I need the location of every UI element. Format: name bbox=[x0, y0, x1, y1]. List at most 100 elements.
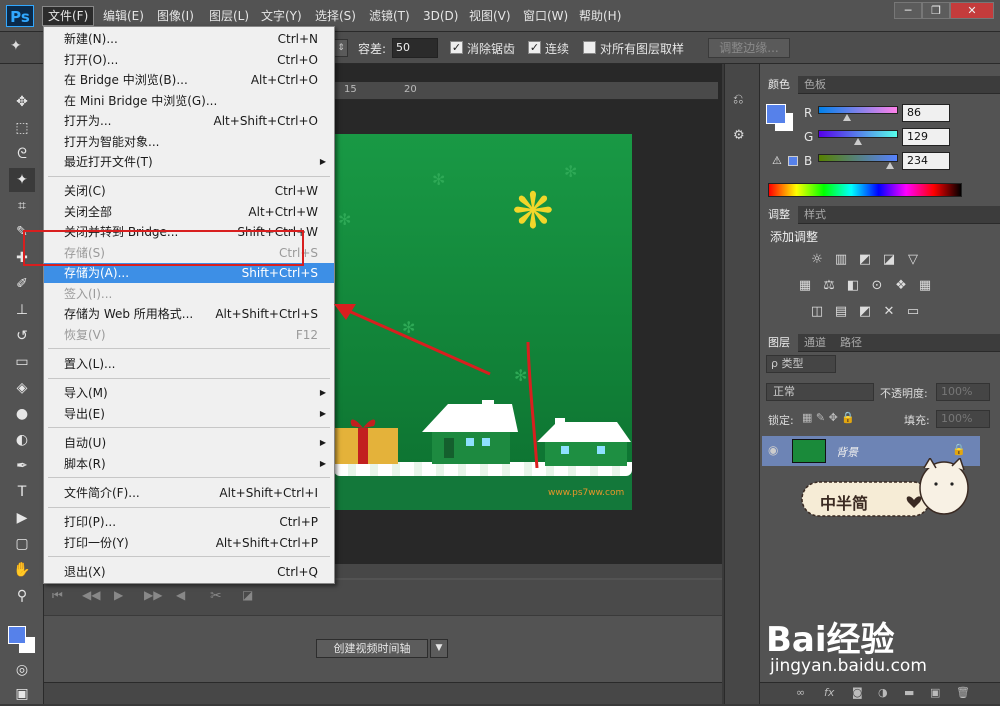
menu-3d[interactable]: 3D(D) bbox=[418, 6, 463, 26]
menu-view[interactable]: 视图(V) bbox=[464, 6, 516, 26]
color-spectrum[interactable] bbox=[768, 183, 962, 197]
menu-item[interactable]: 文件简介(F)... Alt+Shift+Ctrl+I bbox=[44, 483, 334, 503]
shape-tool-icon[interactable]: ▢ bbox=[9, 532, 35, 556]
menu-layer[interactable]: 图层(L) bbox=[204, 6, 254, 26]
menu-item[interactable]: 退出(X) Ctrl+Q bbox=[44, 562, 334, 582]
g-slider[interactable] bbox=[818, 130, 898, 138]
invert-icon[interactable]: ◫ bbox=[808, 304, 826, 320]
b-slider[interactable] bbox=[818, 154, 898, 162]
zoom-tool-icon[interactable]: ⚲ bbox=[9, 584, 35, 608]
levels-icon[interactable]: ▥ bbox=[832, 252, 850, 268]
trash-icon[interactable]: 🗑 bbox=[956, 686, 970, 699]
paint-bucket-icon[interactable]: ◈ bbox=[9, 376, 35, 400]
black-white-icon[interactable]: ◧ bbox=[844, 278, 862, 294]
minimize-button[interactable]: ─ bbox=[894, 2, 922, 19]
selective-color-icon[interactable]: ✕ bbox=[880, 304, 898, 320]
move-tool-icon[interactable]: ✥ bbox=[9, 90, 35, 114]
menu-edit[interactable]: 编辑(E) bbox=[98, 6, 149, 26]
menu-item[interactable]: 脚本(R) ▶ bbox=[44, 454, 334, 474]
exposure-icon[interactable]: ◪ bbox=[880, 252, 898, 268]
screen-mode-icon[interactable]: ▣ bbox=[9, 682, 35, 706]
menu-filter[interactable]: 滤镜(T) bbox=[364, 6, 415, 26]
color-fg-swatch[interactable] bbox=[766, 104, 786, 124]
tab-color[interactable]: 颜色 bbox=[760, 76, 798, 94]
menu-type[interactable]: 文字(Y) bbox=[256, 6, 307, 26]
properties-panel-icon[interactable]: ⚙ bbox=[733, 128, 745, 143]
fx-icon[interactable]: fx bbox=[824, 686, 834, 699]
foreground-color-swatch[interactable] bbox=[8, 626, 26, 644]
menu-item[interactable]: 导出(E) ▶ bbox=[44, 404, 334, 424]
r-slider[interactable] bbox=[818, 106, 898, 114]
transition-icon[interactable]: ◪ bbox=[242, 588, 253, 602]
color-lookup-icon[interactable]: ▦ bbox=[916, 278, 934, 294]
hand-tool-icon[interactable]: ✋ bbox=[9, 558, 35, 582]
fill-input[interactable]: 100% bbox=[936, 410, 990, 428]
menu-item[interactable]: 恢复(V) F12 bbox=[44, 325, 334, 345]
type-tool-icon[interactable]: T bbox=[9, 480, 35, 504]
menu-window[interactable]: 窗口(W) bbox=[518, 6, 573, 26]
antialias-checkbox[interactable]: ✓ bbox=[450, 41, 463, 54]
folder-icon[interactable]: ▬ bbox=[904, 686, 914, 699]
link-icon[interactable]: ∞ bbox=[796, 686, 805, 699]
path-selection-icon[interactable]: ▶ bbox=[9, 506, 35, 530]
audio-icon[interactable]: ◀ bbox=[176, 588, 185, 602]
menu-file[interactable]: 文件(F) bbox=[42, 6, 95, 26]
gradient-map-icon[interactable]: ▭ bbox=[904, 304, 922, 320]
color-balance-icon[interactable]: ⚖ bbox=[820, 278, 838, 294]
menu-item[interactable]: 打印(P)... Ctrl+P bbox=[44, 512, 334, 532]
mask-icon[interactable]: ◙ bbox=[852, 686, 863, 699]
menu-item[interactable]: 打开为... Alt+Shift+Ctrl+O bbox=[44, 111, 334, 131]
create-video-timeline-button[interactable]: 创建视频时间轴 bbox=[316, 639, 428, 658]
refine-edge-button[interactable]: 调整边缘... bbox=[708, 38, 790, 58]
tab-styles[interactable]: 样式 bbox=[796, 206, 834, 224]
contiguous-checkbox[interactable]: ✓ bbox=[528, 41, 541, 54]
tolerance-input[interactable]: 50 bbox=[392, 38, 438, 58]
new-layer-icon[interactable]: ▣ bbox=[930, 686, 940, 699]
menu-item[interactable]: 在 Bridge 中浏览(B)... Alt+Ctrl+O bbox=[44, 70, 334, 90]
next-frame-icon[interactable]: ▶▶ bbox=[144, 588, 162, 602]
curves-icon[interactable]: ◩ bbox=[856, 252, 874, 268]
menu-help[interactable]: 帮助(H) bbox=[574, 6, 626, 26]
r-slider-thumb[interactable] bbox=[843, 114, 851, 121]
menu-item[interactable]: 自动(U) ▶ bbox=[44, 433, 334, 453]
quick-mask-icon[interactable]: ◎ bbox=[9, 658, 35, 682]
tab-adjustments[interactable]: 调整 bbox=[760, 206, 798, 224]
brush-tool-icon[interactable]: ✐ bbox=[9, 272, 35, 296]
menu-item[interactable]: 打印一份(Y) Alt+Shift+Ctrl+P bbox=[44, 533, 334, 553]
lasso-tool-icon[interactable]: ᘓ bbox=[9, 142, 35, 166]
menu-image[interactable]: 图像(I) bbox=[152, 6, 199, 26]
menu-select[interactable]: 选择(S) bbox=[310, 6, 361, 26]
menu-item[interactable]: 置入(L)... bbox=[44, 354, 334, 374]
clone-stamp-icon[interactable]: ⊥ bbox=[9, 298, 35, 322]
magic-wand-tool-icon[interactable]: ✦ bbox=[10, 38, 22, 54]
menu-item[interactable]: 最近打开文件(T) ▶ bbox=[44, 152, 334, 172]
layer-filter-select[interactable]: ρ 类型 bbox=[766, 355, 836, 373]
marquee-tool-icon[interactable]: ⬚ bbox=[9, 116, 35, 140]
tab-swatches[interactable]: 色板 bbox=[796, 76, 834, 94]
menu-item[interactable]: 打开为智能对象... bbox=[44, 132, 334, 152]
dodge-tool-icon[interactable]: ◐ bbox=[9, 428, 35, 452]
history-brush-icon[interactable]: ↺ bbox=[9, 324, 35, 348]
scissors-icon[interactable]: ✂ bbox=[210, 588, 222, 604]
menu-item[interactable]: 导入(M) ▶ bbox=[44, 383, 334, 403]
first-frame-icon[interactable]: ⏮ bbox=[52, 588, 63, 603]
menu-item[interactable]: 存储为(A)... Shift+Ctrl+S bbox=[44, 263, 334, 284]
menu-item[interactable]: 新建(N)... Ctrl+N bbox=[44, 29, 334, 49]
tab-layers[interactable]: 图层 bbox=[760, 334, 798, 352]
history-panel-icon[interactable]: ⎌ bbox=[733, 92, 743, 107]
menu-item[interactable]: 存储为 Web 所用格式... Alt+Shift+Ctrl+S bbox=[44, 304, 334, 324]
close-button[interactable]: ✕ bbox=[950, 2, 994, 19]
eye-icon[interactable]: ◉ bbox=[768, 443, 778, 457]
web-color-swatch[interactable] bbox=[788, 156, 798, 166]
channel-mixer-icon[interactable]: ❖ bbox=[892, 278, 910, 294]
crop-tool-icon[interactable]: ⌗ bbox=[9, 194, 35, 218]
r-value[interactable]: 86 bbox=[902, 104, 950, 122]
menu-item[interactable]: 关闭全部 Alt+Ctrl+W bbox=[44, 202, 334, 222]
blend-mode-select[interactable]: 正常 bbox=[766, 383, 874, 401]
hue-saturation-icon[interactable]: ▦ bbox=[796, 278, 814, 294]
vibrance-icon[interactable]: ▽ bbox=[904, 252, 922, 268]
photo-filter-icon[interactable]: ⊙ bbox=[868, 278, 886, 294]
b-value[interactable]: 234 bbox=[902, 152, 950, 170]
threshold-icon[interactable]: ◩ bbox=[856, 304, 874, 320]
magic-wand-tool-icon[interactable]: ✦ bbox=[9, 168, 35, 192]
